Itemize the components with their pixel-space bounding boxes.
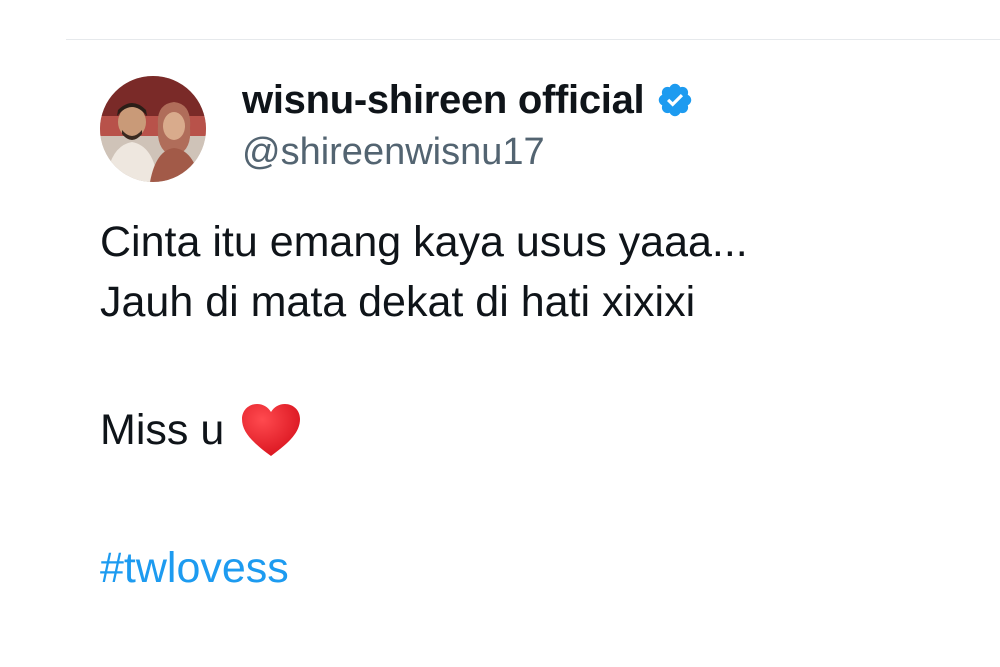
line-spacer-2 xyxy=(100,460,960,538)
red-heart-icon xyxy=(240,402,302,458)
verified-badge-icon xyxy=(656,81,694,119)
tweet-body: Cinta itu emang kaya usus yaaa... Jauh d… xyxy=(100,212,960,598)
top-divider xyxy=(66,39,1000,40)
author-name-row[interactable]: wisnu-shireen official xyxy=(242,78,694,122)
tweet-line-2: Jauh di mata dekat di hati xixixi xyxy=(100,278,696,326)
hashtag-link[interactable]: #twlovess xyxy=(100,538,960,598)
tweet-line-miss: Miss u xyxy=(100,400,960,460)
line-spacer xyxy=(100,332,960,400)
tweet-card: wisnu-shireen official @shireenwisnu17 C… xyxy=(0,0,1000,667)
miss-text: Miss u xyxy=(100,406,225,454)
tweet-line-1: Cinta itu emang kaya usus yaaa... xyxy=(100,218,748,266)
display-name[interactable]: wisnu-shireen official xyxy=(242,78,645,122)
user-handle[interactable]: @shireenwisnu17 xyxy=(242,130,545,174)
avatar[interactable] xyxy=(100,76,206,182)
avatar-image xyxy=(100,76,206,182)
